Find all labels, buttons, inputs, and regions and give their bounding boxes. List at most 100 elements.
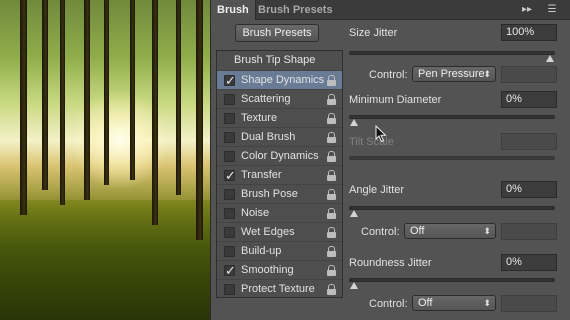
- lock-icon[interactable]: [327, 208, 336, 219]
- option-label: Protect Texture: [241, 283, 315, 295]
- checkmark-icon: ✓: [225, 168, 236, 183]
- roundness-jitter-field[interactable]: 0%: [501, 254, 557, 271]
- brush-presets-button[interactable]: Brush Presets: [235, 24, 319, 42]
- option-texture[interactable]: Texture: [217, 108, 342, 127]
- lock-icon[interactable]: [327, 170, 336, 181]
- size-control-extra-field: [501, 66, 557, 83]
- option-label: Color Dynamics: [241, 150, 319, 162]
- select-arrow-icon: ⬍: [483, 226, 491, 236]
- tab-brush[interactable]: Brush: [211, 0, 256, 20]
- lock-icon[interactable]: [327, 151, 336, 162]
- checkbox[interactable]: [224, 151, 235, 162]
- slider-thumb[interactable]: [350, 282, 358, 289]
- tab-brush-presets[interactable]: Brush Presets: [252, 0, 339, 20]
- option-label: Smoothing: [241, 264, 294, 276]
- brush-panel: Brush Brush Presets ▸▸ ☰ Brush Presets B…: [210, 0, 570, 320]
- tree-trunk: [20, 0, 27, 215]
- lock-icon[interactable]: [327, 132, 336, 143]
- tilt-scale-label: Tilt Scale: [349, 136, 394, 148]
- checkbox[interactable]: [224, 94, 235, 105]
- angle-jitter-field[interactable]: 0%: [501, 181, 557, 198]
- minimum-diameter-field[interactable]: 0%: [501, 91, 557, 108]
- option-wet-edges[interactable]: Wet Edges: [217, 222, 342, 241]
- roundness-control-label: Control:: [369, 298, 408, 310]
- size-jitter-label: Size Jitter: [349, 27, 398, 39]
- checkbox[interactable]: ✓: [224, 168, 236, 183]
- option-label: Dual Brush: [241, 131, 296, 143]
- lock-icon[interactable]: [327, 265, 336, 276]
- lock-icon[interactable]: [327, 189, 336, 200]
- lock-icon[interactable]: [327, 246, 336, 257]
- angle-control-value: Off: [410, 225, 425, 237]
- option-label: Build-up: [241, 245, 282, 257]
- select-arrow-icon: ⬍: [483, 298, 491, 308]
- option-scattering[interactable]: Scattering: [217, 89, 342, 108]
- size-control-label: Control:: [369, 69, 408, 81]
- angle-jitter-label: Angle Jitter: [349, 184, 405, 196]
- option-label: Texture: [241, 112, 278, 124]
- mouse-cursor-icon: [375, 125, 387, 143]
- brush-options-list: Brush Tip Shape ✓ Shape Dynamics Scatterin…: [216, 50, 343, 298]
- size-control-value: Pen Pressure: [418, 68, 485, 80]
- angle-control-select[interactable]: Off ⬍: [404, 223, 496, 239]
- option-label: Wet Edges: [241, 226, 295, 238]
- checkbox[interactable]: [224, 284, 235, 295]
- lock-icon[interactable]: [327, 94, 336, 105]
- angle-jitter-slider[interactable]: [349, 206, 555, 217]
- forest-floor: [0, 200, 210, 320]
- roundness-jitter-label: Roundness Jitter: [349, 257, 432, 269]
- option-brush-pose[interactable]: Brush Pose: [217, 184, 342, 203]
- checkmark-icon: ✓: [225, 73, 236, 88]
- double-chevron-right-icon[interactable]: ▸▸: [519, 3, 535, 17]
- roundness-control-extra-field: [501, 295, 557, 312]
- option-dual-brush[interactable]: Dual Brush: [217, 127, 342, 146]
- lock-icon[interactable]: [327, 284, 336, 295]
- slider-thumb[interactable]: [546, 55, 554, 62]
- roundness-jitter-slider[interactable]: [349, 278, 555, 289]
- option-noise[interactable]: Noise: [217, 203, 342, 222]
- checkbox[interactable]: [224, 227, 235, 238]
- checkbox[interactable]: ✓: [224, 73, 236, 88]
- checkbox[interactable]: [224, 208, 235, 219]
- size-jitter-slider[interactable]: [349, 51, 555, 62]
- checkbox[interactable]: [224, 113, 235, 124]
- option-label: Noise: [241, 207, 270, 219]
- checkbox[interactable]: [224, 246, 235, 257]
- angle-control-label: Control:: [361, 226, 400, 238]
- roundness-control-select[interactable]: Off ⬍: [412, 295, 496, 311]
- option-label: Brush Pose: [241, 188, 298, 200]
- brush-tip-shape-item[interactable]: Brush Tip Shape: [217, 51, 342, 70]
- option-shape-dynamics[interactable]: ✓ Shape Dynamics: [217, 70, 342, 89]
- checkbox[interactable]: [224, 132, 235, 143]
- lock-icon[interactable]: [327, 113, 336, 124]
- option-smoothing[interactable]: ✓ Smoothing: [217, 260, 342, 279]
- option-build-up[interactable]: Build-up: [217, 241, 342, 260]
- slider-thumb[interactable]: [350, 119, 358, 126]
- slider-thumb[interactable]: [350, 210, 358, 217]
- panel-tab-bar: Brush Brush Presets ▸▸ ☰: [211, 0, 570, 20]
- tree-trunk: [196, 0, 203, 240]
- select-arrow-icon: ⬍: [483, 69, 491, 79]
- panel-menu-icon[interactable]: ☰: [543, 3, 561, 17]
- tree-trunk: [84, 0, 90, 200]
- tree-trunk: [152, 0, 158, 225]
- size-jitter-field[interactable]: 100%: [501, 24, 557, 41]
- option-label: Scattering: [241, 93, 291, 105]
- tree-trunk: [60, 0, 65, 205]
- minimum-diameter-slider[interactable]: [349, 115, 555, 126]
- option-color-dynamics[interactable]: Color Dynamics: [217, 146, 342, 165]
- option-protect-texture[interactable]: Protect Texture: [217, 279, 342, 298]
- size-control-select[interactable]: Pen Pressure ⬍: [412, 66, 496, 82]
- tilt-scale-field: [501, 133, 557, 150]
- option-label: Transfer: [241, 169, 282, 181]
- checkbox[interactable]: ✓: [224, 263, 236, 278]
- tree-trunk: [176, 0, 181, 195]
- lock-icon[interactable]: [327, 227, 336, 238]
- checkbox[interactable]: [224, 189, 235, 200]
- option-transfer[interactable]: ✓ Transfer: [217, 165, 342, 184]
- tilt-scale-slider: [349, 156, 555, 160]
- tree-trunk: [42, 0, 48, 190]
- angle-control-extra-field: [501, 223, 557, 240]
- lock-icon[interactable]: [327, 75, 336, 86]
- tree-trunk: [104, 0, 109, 185]
